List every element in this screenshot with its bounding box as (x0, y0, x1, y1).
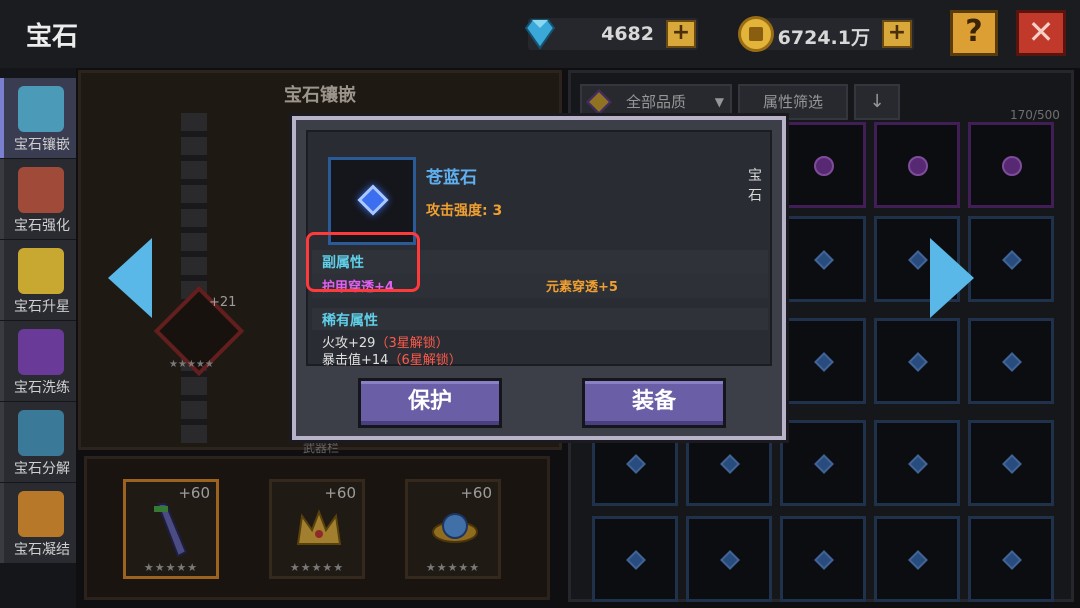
side-tabs: 宝石镶嵌 宝石强化 宝石升星 宝石洗练 宝石分解 宝石凝结 (0, 78, 76, 564)
hammer-icon (18, 167, 64, 213)
gold-currency: 6724.1万 + (738, 16, 914, 52)
star-icon (18, 248, 64, 294)
gem-type: 宝石 (748, 168, 762, 204)
tab-label: 宝石镶嵌 (14, 137, 70, 153)
crystal-icon (18, 329, 64, 375)
tab-gem-inlay[interactable]: 宝石镶嵌 (0, 78, 76, 158)
rare-attr-crit: 暴击值+14（6星解锁） (322, 349, 462, 368)
diamond-icon (524, 19, 556, 50)
rare-attr-band (312, 308, 768, 330)
tab-gem-star[interactable]: 宝石升星 (0, 240, 76, 320)
main-attribute: 攻击强度: 3 (426, 203, 503, 219)
gem-inlay-icon (18, 86, 64, 132)
tab-gem-reforge[interactable]: 宝石洗练 (0, 321, 76, 401)
close-button[interactable]: ✕ (1016, 10, 1066, 56)
tab-gem-condense[interactable]: 宝石凝结 (0, 483, 76, 563)
rare-attr-lock: （6星解锁） (388, 353, 462, 368)
previous-page-arrow-icon[interactable] (108, 238, 152, 318)
sub-attr-element-pen: 元素穿透+5 (546, 280, 618, 295)
gold-amount: 6724.1万 (777, 27, 870, 49)
sub-attr-highlight (306, 232, 420, 292)
tab-gem-enhance[interactable]: 宝石强化 (0, 159, 76, 239)
add-gold-button[interactable]: + (882, 20, 912, 48)
gem-name: 苍蓝石 (426, 168, 477, 188)
shatter-icon (18, 410, 64, 456)
condense-icon (18, 491, 64, 537)
tab-label: 宝石凝结 (14, 542, 70, 558)
rare-attr-title: 稀有属性 (322, 313, 378, 329)
sapphire-gem-icon (357, 184, 389, 216)
tab-label: 宝石洗练 (14, 380, 70, 396)
diamond-amount: 4682 (601, 23, 654, 45)
coin-icon (738, 16, 774, 52)
tab-gem-decompose[interactable]: 宝石分解 (0, 402, 76, 482)
tab-label: 宝石分解 (14, 461, 70, 477)
screen-title: 宝石 (26, 22, 79, 52)
tab-label: 宝石强化 (14, 218, 70, 234)
rare-attr-text: 暴击值+14 (322, 353, 389, 368)
diamond-currency: 4682 + (524, 18, 698, 50)
add-diamond-button[interactable]: + (666, 20, 696, 48)
equip-button[interactable]: 装备 (582, 378, 726, 428)
help-button[interactable]: ? (950, 10, 998, 56)
next-page-arrow-icon[interactable] (930, 238, 974, 318)
protect-button[interactable]: 保护 (358, 378, 502, 428)
tab-label: 宝石升星 (14, 299, 70, 315)
